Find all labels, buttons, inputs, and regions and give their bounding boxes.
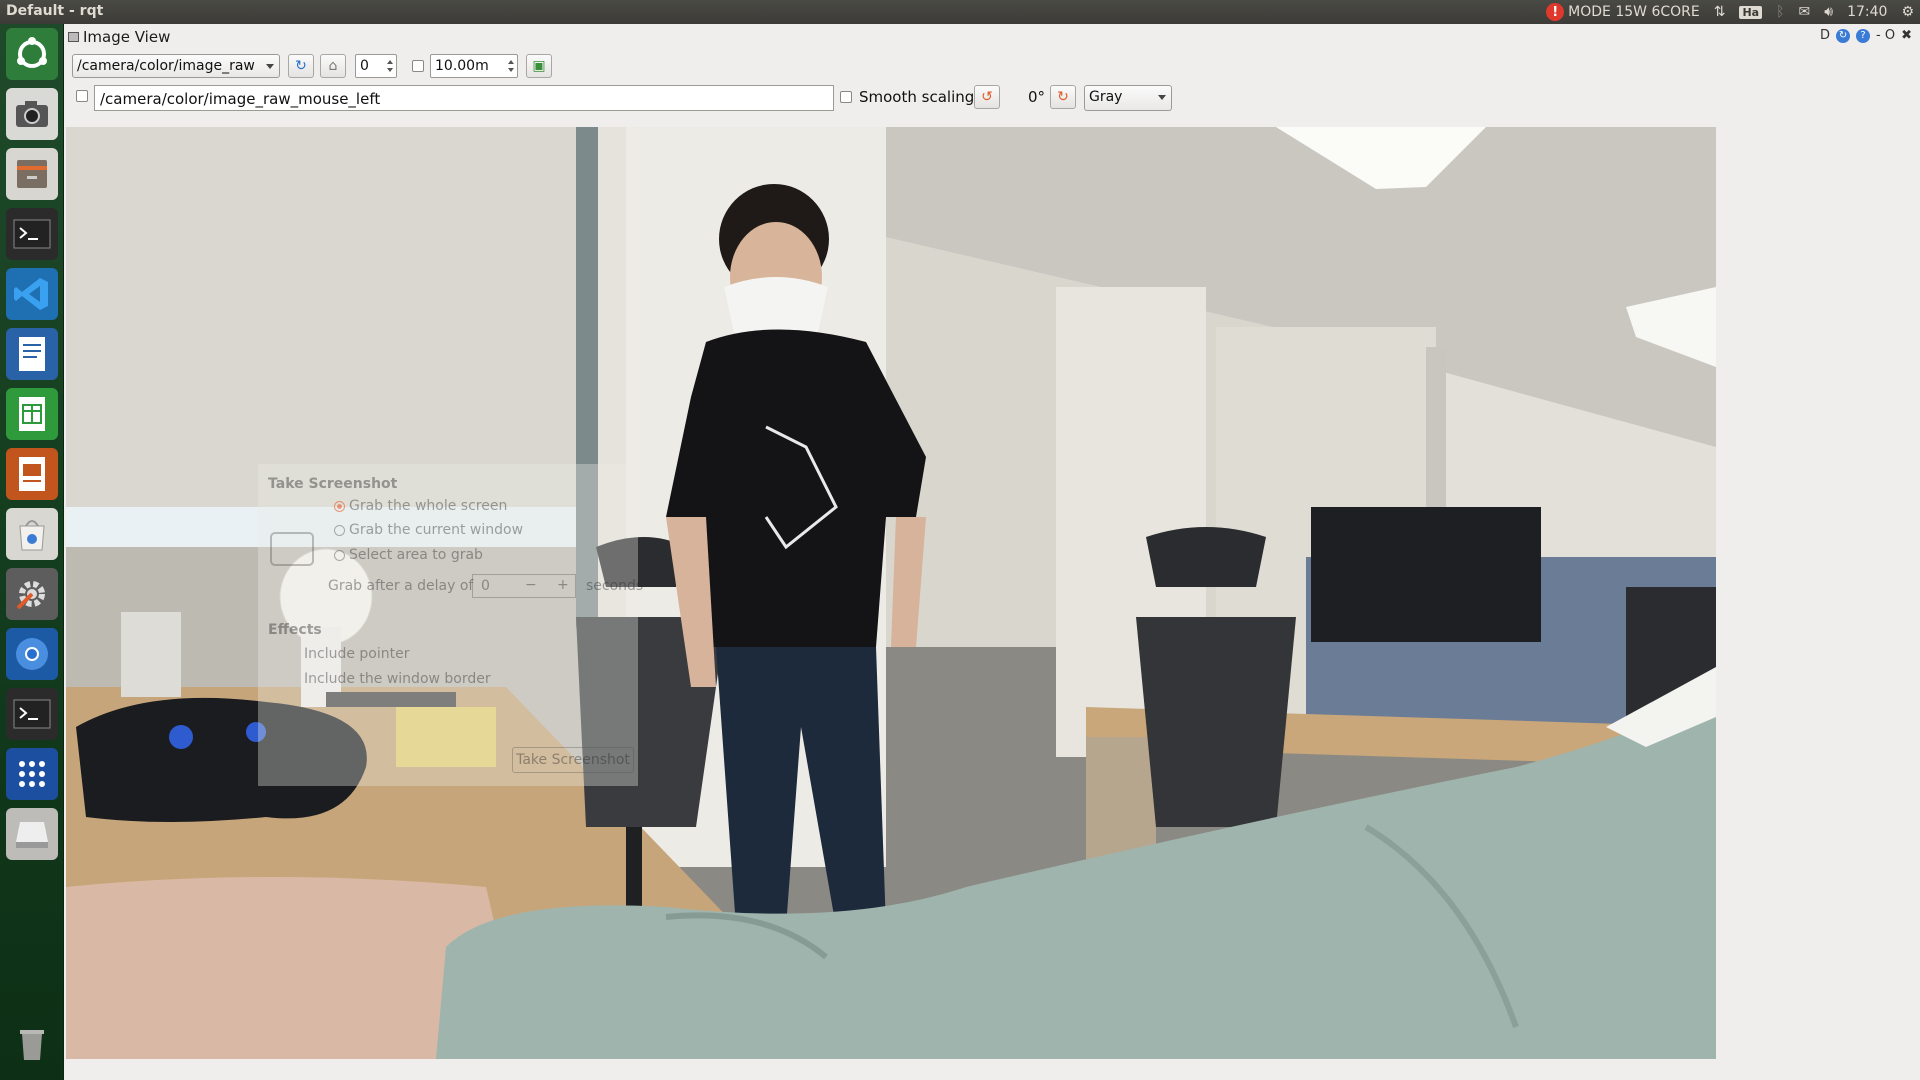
gear-icon[interactable]: ⚙: [1901, 4, 1914, 20]
zoom-spinbox[interactable]: 0: [355, 54, 397, 78]
camera-icon[interactable]: [6, 88, 58, 140]
settings-icon[interactable]: [6, 568, 58, 620]
ghost-effects-title: Effects: [268, 622, 322, 638]
refresh-topics-button[interactable]: ↻: [288, 54, 314, 78]
ghost-option: Select area to grab: [334, 547, 483, 563]
rotation-label: 0°: [1028, 88, 1046, 106]
mail-icon[interactable]: ✉: [1799, 4, 1811, 20]
plugin-title: Image View: [83, 28, 171, 46]
alert-icon: !: [1546, 3, 1565, 21]
spin-up-icon[interactable]: [508, 60, 514, 64]
help-icon[interactable]: ?: [1856, 28, 1871, 43]
plugin-controls: D ↻ ? - O ✖: [1820, 28, 1912, 43]
mode-label: MODE 15W 6CORE: [1568, 4, 1700, 20]
smooth-scaling-checkbox[interactable]: [840, 91, 852, 103]
ghost-delay-unit: seconds: [586, 578, 644, 594]
colormap-value: Gray: [1089, 89, 1123, 105]
topic-combo[interactable]: /camera/color/image_raw: [72, 54, 280, 78]
writer-icon[interactable]: [6, 328, 58, 380]
max-range-value: 10.00m: [435, 58, 489, 74]
rqt-window: Image View D ↻ ? - O ✖ /camera/color/ima…: [64, 24, 1920, 1080]
ghost-delay-box: 0− +: [472, 574, 576, 598]
system-tray: ! MODE 15W 6CORE ⇅ Ha ᛒ ✉ 🔊︎ 17:40 ⚙: [1546, 2, 1914, 22]
colormap-combo[interactable]: Gray: [1084, 85, 1172, 111]
ghost-title: Take Screenshot: [268, 476, 398, 492]
window-title: Default - rqt: [6, 3, 104, 19]
image-view[interactable]: Take Screenshot Grab the whole screen Gr…: [66, 127, 1716, 1059]
radio-icon: [334, 549, 345, 561]
close-icon[interactable]: ✖: [1901, 28, 1912, 43]
reload-plugin-icon[interactable]: ↻: [1836, 28, 1851, 43]
network-icon[interactable]: ⇅: [1714, 4, 1726, 20]
max-range-spinbox[interactable]: 10.00m: [430, 54, 518, 78]
terminal-icon[interactable]: [6, 208, 58, 260]
smooth-scaling-label: Smooth scaling: [859, 88, 975, 106]
trash-icon[interactable]: [6, 1018, 58, 1070]
top-panel: Default - rqt ! MODE 15W 6CORE ⇅ Ha ᛒ ✉ …: [0, 0, 1920, 24]
mouse-topic-field[interactable]: /camera/color/image_raw_mouse_left: [94, 85, 834, 111]
spin-up-icon[interactable]: [387, 60, 393, 64]
save-image-button[interactable]: ▣: [526, 54, 552, 78]
radio-icon: [334, 524, 345, 536]
vscode-icon[interactable]: [6, 268, 58, 320]
software-center-icon[interactable]: [6, 508, 58, 560]
ubuntu-logo-icon[interactable]: [6, 28, 58, 80]
file-manager-icon[interactable]: [6, 148, 58, 200]
plugin-icon: [68, 32, 79, 42]
camera-icon: [270, 532, 314, 566]
calc-icon[interactable]: [6, 388, 58, 440]
ghost-button: Take Screenshot: [512, 747, 634, 773]
impress-icon[interactable]: [6, 448, 58, 500]
mode-indicator[interactable]: ! MODE 15W 6CORE: [1546, 3, 1700, 21]
bluetooth-icon[interactable]: ᛒ: [1776, 4, 1784, 20]
terminal-icon[interactable]: [6, 688, 58, 740]
chevron-down-icon: [1158, 95, 1166, 100]
chromium-icon[interactable]: [6, 628, 58, 680]
clock[interactable]: 17:40: [1847, 4, 1887, 20]
screenshot-dialog-ghost: Take Screenshot Grab the whole screen Gr…: [258, 464, 643, 786]
topic-value: /camera/color/image_raw: [77, 58, 255, 74]
ghost-effect: Include pointer: [304, 646, 410, 662]
launcher: [0, 24, 64, 1080]
zoom-value: 0: [360, 58, 369, 74]
plugin-title-bar: Image View: [68, 28, 170, 46]
ghost-option: Grab the current window: [334, 522, 523, 538]
radio-icon: [334, 500, 345, 512]
drive-icon[interactable]: [6, 808, 58, 860]
apps-grid-icon[interactable]: [6, 748, 58, 800]
minimize-restore-buttons[interactable]: - O: [1876, 28, 1895, 43]
ghost-delay-label: Grab after a delay of: [328, 578, 474, 594]
spin-down-icon[interactable]: [387, 68, 393, 72]
volume-icon[interactable]: 🔊︎: [1824, 4, 1833, 20]
rotate-right-button[interactable]: ↻: [1050, 85, 1076, 109]
publish-click-checkbox[interactable]: [76, 90, 88, 102]
rotate-left-button[interactable]: ↺: [974, 85, 1000, 109]
chevron-down-icon: [266, 64, 274, 69]
spin-down-icon[interactable]: [508, 68, 514, 72]
keyboard-layout-icon[interactable]: Ha: [1739, 5, 1763, 19]
dynamic-range-checkbox[interactable]: [412, 60, 424, 72]
ghost-effect: Include the window border: [304, 671, 491, 687]
zoom-icon[interactable]: ⌂: [320, 54, 346, 78]
dock-button[interactable]: D: [1820, 28, 1830, 43]
ghost-option: Grab the whole screen: [334, 498, 507, 514]
